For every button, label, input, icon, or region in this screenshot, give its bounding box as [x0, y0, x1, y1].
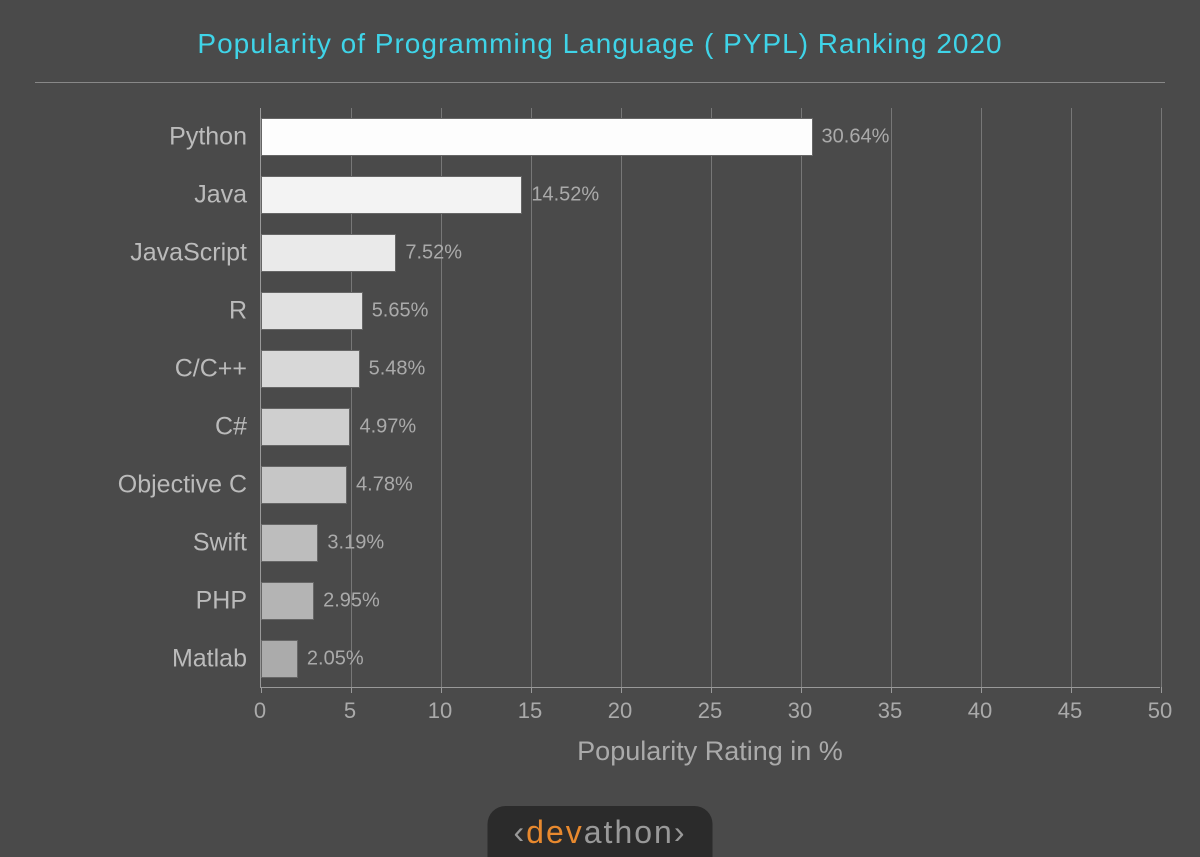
- grid-line: [1161, 108, 1162, 687]
- x-tick-label: 35: [878, 698, 902, 724]
- category-label: Python: [169, 123, 261, 152]
- category-label: Objective C: [118, 471, 261, 500]
- grid-line: [621, 108, 622, 687]
- bar-value-label: 30.64%: [822, 126, 890, 149]
- category-label: PHP: [196, 587, 261, 616]
- grid-line: [981, 108, 982, 687]
- x-tick: [891, 687, 892, 693]
- grid-line: [711, 108, 712, 687]
- bar-value-label: 5.65%: [372, 300, 429, 323]
- grid-line: [891, 108, 892, 687]
- category-label: Java: [194, 181, 261, 210]
- x-tick-label: 45: [1058, 698, 1082, 724]
- title-divider: [35, 82, 1165, 83]
- grid-line: [801, 108, 802, 687]
- bar-value-label: 7.52%: [405, 242, 462, 265]
- bar-value-label: 14.52%: [531, 184, 599, 207]
- bar: 2.05%: [261, 640, 298, 678]
- bar: 7.52%: [261, 234, 396, 272]
- x-tick-label: 40: [968, 698, 992, 724]
- x-tick-label: 5: [344, 698, 356, 724]
- bar: 4.78%: [261, 466, 347, 504]
- x-tick-label: 25: [698, 698, 722, 724]
- x-tick-label: 10: [428, 698, 452, 724]
- bar-value-label: 2.95%: [323, 590, 380, 613]
- x-tick: [801, 687, 802, 693]
- bar: 2.95%: [261, 582, 314, 620]
- x-tick: [621, 687, 622, 693]
- category-label: R: [229, 297, 261, 326]
- logo-text-dev: dev: [526, 814, 584, 850]
- bar: 4.97%: [261, 408, 350, 446]
- x-axis-title: Popularity Rating in %: [260, 736, 1160, 767]
- logo-text-athon: athon: [584, 814, 674, 850]
- x-tick-label: 20: [608, 698, 632, 724]
- bar-value-label: 5.48%: [369, 358, 426, 381]
- angle-bracket-left-icon: ‹: [514, 814, 527, 850]
- x-tick: [261, 687, 262, 693]
- category-label: Swift: [193, 529, 261, 558]
- x-tick: [441, 687, 442, 693]
- x-tick: [351, 687, 352, 693]
- plot-region: Python30.64%Java14.52%JavaScript7.52%R5.…: [260, 108, 1160, 688]
- x-tick-label: 30: [788, 698, 812, 724]
- category-label: Matlab: [172, 645, 261, 674]
- bar-value-label: 4.78%: [356, 474, 413, 497]
- bar: 5.65%: [261, 292, 363, 330]
- x-tick: [711, 687, 712, 693]
- bar-value-label: 4.97%: [359, 416, 416, 439]
- bar: 3.19%: [261, 524, 318, 562]
- x-tick: [531, 687, 532, 693]
- x-tick: [981, 687, 982, 693]
- x-tick: [1161, 687, 1162, 693]
- bar-value-label: 2.05%: [307, 648, 364, 671]
- chart-area: Python30.64%Java14.52%JavaScript7.52%R5.…: [260, 108, 1160, 728]
- category-label: C#: [215, 413, 261, 442]
- bar: 30.64%: [261, 118, 813, 156]
- x-tick-label: 50: [1148, 698, 1172, 724]
- x-tick-label: 15: [518, 698, 542, 724]
- bar: 5.48%: [261, 350, 360, 388]
- angle-bracket-right-icon: ›: [674, 814, 687, 850]
- devathon-logo: ‹devathon›: [488, 806, 713, 857]
- x-tick: [1071, 687, 1072, 693]
- bar: 14.52%: [261, 176, 522, 214]
- category-label: JavaScript: [130, 239, 261, 268]
- chart-title: Popularity of Programming Language ( PYP…: [0, 0, 1200, 82]
- x-tick-label: 0: [254, 698, 266, 724]
- grid-line: [1071, 108, 1072, 687]
- category-label: C/C++: [175, 355, 261, 384]
- bar-value-label: 3.19%: [327, 532, 384, 555]
